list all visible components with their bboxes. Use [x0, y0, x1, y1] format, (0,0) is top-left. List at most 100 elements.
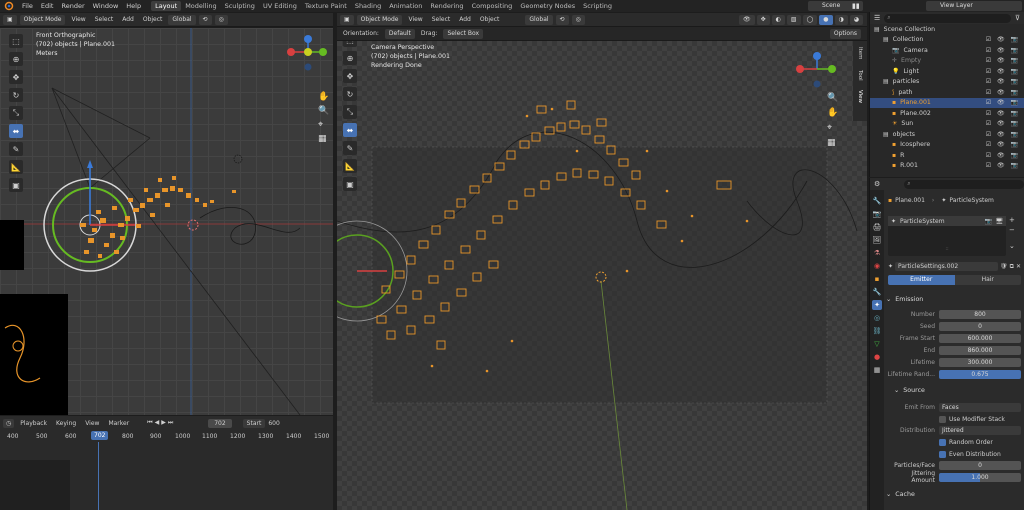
right-menu-object[interactable]: Object	[477, 16, 503, 23]
right-snap-icon[interactable]: ⟲	[555, 14, 569, 25]
visibility-toggle-icon[interactable]: ☑ 👁 📷	[986, 120, 1020, 127]
menu-help[interactable]: Help	[122, 2, 145, 10]
random-order-checkbox[interactable]	[939, 438, 946, 446]
jittering-slider[interactable]: 1.000	[939, 472, 1021, 482]
start-frame-label[interactable]: Start	[242, 418, 266, 428]
render-tab-icon[interactable]: 📷	[872, 209, 882, 219]
visibility-toggle-icon[interactable]: ☑ 👁 📷	[986, 99, 1020, 106]
annotate-tool[interactable]: ✎	[9, 142, 23, 156]
options-button[interactable]: Options	[829, 28, 861, 39]
emission-field-value[interactable]: 860.000	[939, 345, 1021, 355]
render-toggle-icon[interactable]: 📷	[985, 218, 992, 225]
move-tool[interactable]: ✥	[9, 70, 23, 84]
right-menu-select[interactable]: Select	[429, 16, 454, 23]
hair-tab[interactable]: Hair	[954, 275, 1021, 285]
r-cursor-tool[interactable]: ⊕	[343, 51, 357, 65]
start-frame-value[interactable]: 600	[268, 420, 279, 427]
right-proportional-icon[interactable]: ◎	[571, 14, 585, 25]
playback-controls[interactable]: ⏮◀▶⏭	[147, 419, 175, 427]
use-modifier-stack-checkbox[interactable]	[939, 415, 946, 423]
visibility-toggle-icon[interactable]: ☑ 👁 📷	[986, 141, 1020, 148]
outliner-row[interactable]: ▪ Icosphere ☑ 👁 📷	[870, 140, 1024, 151]
pin-icon[interactable]: ▮▮	[852, 2, 860, 10]
timeline-menu-keying[interactable]: Keying	[53, 420, 79, 427]
playhead-frame[interactable]: 702	[91, 431, 109, 440]
tab-view[interactable]: View	[857, 90, 863, 103]
timeline-menu-view[interactable]: View	[82, 420, 102, 427]
tab-texture-paint[interactable]: Texture Paint	[301, 1, 351, 11]
unlink-icon[interactable]: ✕	[1016, 263, 1021, 270]
outliner-editor-icon[interactable]: ☰	[874, 14, 880, 22]
tab-uv-editing[interactable]: UV Editing	[259, 1, 301, 11]
r-zoom-icon[interactable]: 🔍	[827, 93, 838, 103]
tab-scripting[interactable]: Scripting	[579, 1, 616, 11]
r-select-box-tool[interactable]: ⬚	[343, 41, 357, 47]
constraints-tab-icon[interactable]: ⛓	[872, 326, 882, 336]
outliner-row[interactable]: 📷 Camera ☑ 👁 📷	[870, 45, 1024, 56]
outliner-row[interactable]: ▤ particles ☑ 👁 📷	[870, 77, 1024, 88]
menu-window[interactable]: Window	[89, 2, 123, 10]
output-tab-icon[interactable]: 🖨	[872, 222, 882, 232]
emission-field-value[interactable]: 0	[939, 321, 1021, 331]
particles-tab-icon[interactable]: ✦	[872, 300, 882, 310]
tab-shading[interactable]: Shading	[351, 1, 385, 11]
r-move-tool[interactable]: ✥	[343, 69, 357, 83]
r-transform-tool[interactable]: ⬌	[343, 123, 357, 137]
object-tab-icon[interactable]: ▪	[872, 274, 882, 284]
visibility-toggle-icon[interactable]: ☑ 👁 📷	[986, 162, 1020, 169]
blender-logo-icon[interactable]	[4, 1, 14, 11]
proportional-icon[interactable]: ◎	[214, 14, 228, 25]
data-tab-icon[interactable]: ▽	[872, 339, 882, 349]
snap-icon[interactable]: ⟲	[198, 14, 212, 25]
cursor-tool[interactable]: ⊕	[9, 52, 23, 66]
source-panel-header[interactable]: ⌄ Source	[894, 385, 1024, 396]
outliner-row[interactable]: ⟆ path ☑ 👁 📷	[870, 87, 1024, 98]
list-resize-handle[interactable]: ::	[888, 246, 1006, 252]
r-camera-view-icon[interactable]: ⌖	[827, 123, 838, 133]
left-menu-view[interactable]: View	[68, 16, 88, 23]
view-layer-tab-icon[interactable]: 🖼	[872, 235, 882, 245]
orientation-default-select[interactable]: Default	[384, 28, 415, 39]
emitter-tab[interactable]: Emitter	[888, 275, 955, 285]
right-orientation-select[interactable]: Global	[525, 14, 553, 25]
right-menu-view[interactable]: View	[405, 16, 425, 23]
texture-tab-icon[interactable]: ▦	[872, 365, 882, 375]
properties-editor-icon[interactable]: ⚙	[874, 180, 880, 188]
right-mode-select[interactable]: Object Mode	[356, 14, 403, 25]
left-mode-select[interactable]: Object Mode	[19, 14, 66, 25]
visibility-toggle-icon[interactable]: ☑ 👁 📷	[986, 57, 1020, 64]
gizmo-icon[interactable]: ✥	[756, 14, 770, 25]
r-measure-tool[interactable]: 📐	[343, 159, 357, 173]
list-item[interactable]: ✦ ParticleSystem 📷 🖥	[888, 216, 1006, 226]
tab-rendering[interactable]: Rendering	[426, 1, 467, 11]
menu-file[interactable]: File	[18, 2, 37, 10]
tab-sculpting[interactable]: Sculpting	[221, 1, 259, 11]
right-navigation-gizmo-icon[interactable]	[792, 49, 842, 91]
cache-panel-header[interactable]: ⌄ Cache	[886, 489, 1021, 500]
viewport-toggle-icon[interactable]: 🖥	[995, 218, 1003, 225]
list-menu-icon[interactable]: ⌄	[1009, 242, 1015, 250]
tab-layout[interactable]: Layout	[151, 1, 182, 11]
scene-tab-icon[interactable]: ⚗	[872, 248, 882, 258]
visibility-toggle-icon[interactable]: ☑ 👁 📷	[986, 152, 1020, 159]
current-frame-field[interactable]: 702	[208, 418, 232, 428]
left-menu-select[interactable]: Select	[92, 16, 117, 23]
visibility-toggle-icon[interactable]: ☑ 👁 📷	[986, 131, 1020, 138]
filter-icon[interactable]: ⊽	[1015, 14, 1024, 22]
outliner-row[interactable]: ▪ R ☑ 👁 📷	[870, 150, 1024, 161]
outliner-row[interactable]: ☀ Sun ☑ 👁 📷	[870, 119, 1024, 130]
outliner-row[interactable]: ▪ Plane.001 ☑ 👁 📷	[870, 97, 1024, 108]
particle-system-list[interactable]: ✦ ParticleSystem 📷 🖥 ::	[888, 216, 1006, 256]
visibility-toggle-icon[interactable]: ☑ 👁 📷	[986, 47, 1020, 54]
tab-compositing[interactable]: Compositing	[468, 1, 517, 11]
outliner-row[interactable]: ▤ objects ☑ 👁 📷	[870, 129, 1024, 140]
rotate-tool[interactable]: ↻	[9, 88, 23, 102]
properties-search-input[interactable]: ⌕	[904, 179, 1024, 189]
tab-modelling[interactable]: Modelling	[181, 1, 220, 11]
visibility-toggle-icon[interactable]: ☑ 👁 📷	[986, 68, 1020, 75]
left-orientation-select[interactable]: Global	[168, 14, 196, 25]
timeline-menu-playback[interactable]: Playback	[17, 420, 50, 427]
transform-tool[interactable]: ⬌	[9, 124, 23, 138]
timeline-area[interactable]: 400 500 600 702 800 900 1000 1100 1200 1…	[0, 430, 333, 510]
outliner-row[interactable]: ▤ Collection ☑ 👁 📷	[870, 35, 1024, 46]
